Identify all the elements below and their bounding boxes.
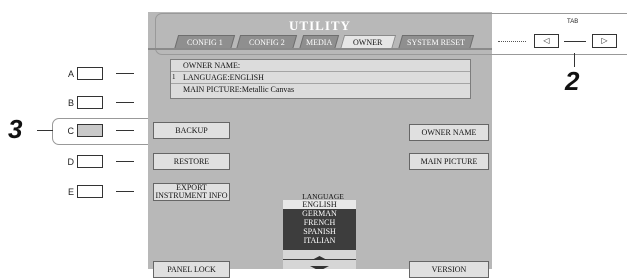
side-letter-d: D — [67, 157, 75, 167]
info-row-number: 1 — [172, 73, 176, 81]
side-connector-b — [116, 102, 134, 103]
tab-right-button[interactable]: ▷ — [592, 34, 617, 48]
side-button-a[interactable] — [77, 67, 103, 80]
scroll-down-icon[interactable] — [283, 260, 356, 269]
owner-info-box: OWNER NAME: LANGUAGE:ENGLISH MAIN PICTUR… — [170, 59, 471, 99]
language-item-french[interactable]: FRENCH — [283, 218, 356, 227]
export-label-line2: INSTRUMENT INFO — [155, 191, 228, 200]
tab-caption: TAB — [567, 19, 579, 25]
side-button-b[interactable] — [77, 96, 103, 109]
step-3-number: 3 — [8, 114, 23, 144]
language-row: LANGUAGE:ENGLISH — [171, 72, 470, 84]
scroll-up-icon[interactable] — [283, 250, 356, 261]
side-connector-e — [116, 191, 134, 192]
owner-name-row: OWNER NAME: — [171, 60, 470, 72]
language-item-spanish[interactable]: SPANISH — [283, 227, 356, 236]
step-2-number: 2 — [565, 66, 580, 96]
step2-leader-line — [574, 53, 575, 67]
side-letter-b: B — [67, 98, 74, 108]
export-instrument-info-button[interactable]: EXPORT INSTRUMENT INFO — [153, 183, 230, 201]
backup-button[interactable]: BACKUP — [153, 122, 230, 139]
side-button-d[interactable] — [77, 155, 103, 168]
restore-button[interactable]: RESTORE — [153, 153, 230, 170]
tab-left-button[interactable]: ◁ — [534, 34, 559, 48]
version-button[interactable]: VERSION — [409, 261, 489, 278]
language-item-german[interactable]: GERMAN — [283, 209, 356, 218]
owner-name-button[interactable]: OWNER NAME — [409, 124, 489, 141]
side-letter-e: E — [67, 187, 74, 197]
panel-lock-button[interactable]: PANEL LOCK — [153, 261, 230, 278]
language-list[interactable]: ENGLISH GERMAN FRENCH SPANISH ITALIAN — [283, 200, 356, 269]
step3-leader-line — [37, 130, 53, 131]
tab-button-separator — [564, 41, 586, 42]
main-picture-button[interactable]: MAIN PICTURE — [409, 153, 489, 170]
language-item-italian[interactable]: ITALIAN — [283, 236, 356, 245]
tab-underline — [148, 48, 492, 50]
language-item-english[interactable]: ENGLISH — [283, 200, 356, 209]
side-button-e[interactable] — [77, 185, 103, 198]
side-connector-a — [116, 73, 134, 74]
tab-leader-dots — [498, 41, 526, 42]
side-connector-d — [116, 161, 134, 162]
side-letter-a: A — [67, 69, 74, 79]
side-letter-c: C — [67, 126, 75, 136]
side-connector-c — [116, 130, 134, 131]
main-picture-row: MAIN PICTURE:Metallic Canvas — [183, 85, 295, 94]
side-button-c[interactable] — [77, 124, 103, 137]
